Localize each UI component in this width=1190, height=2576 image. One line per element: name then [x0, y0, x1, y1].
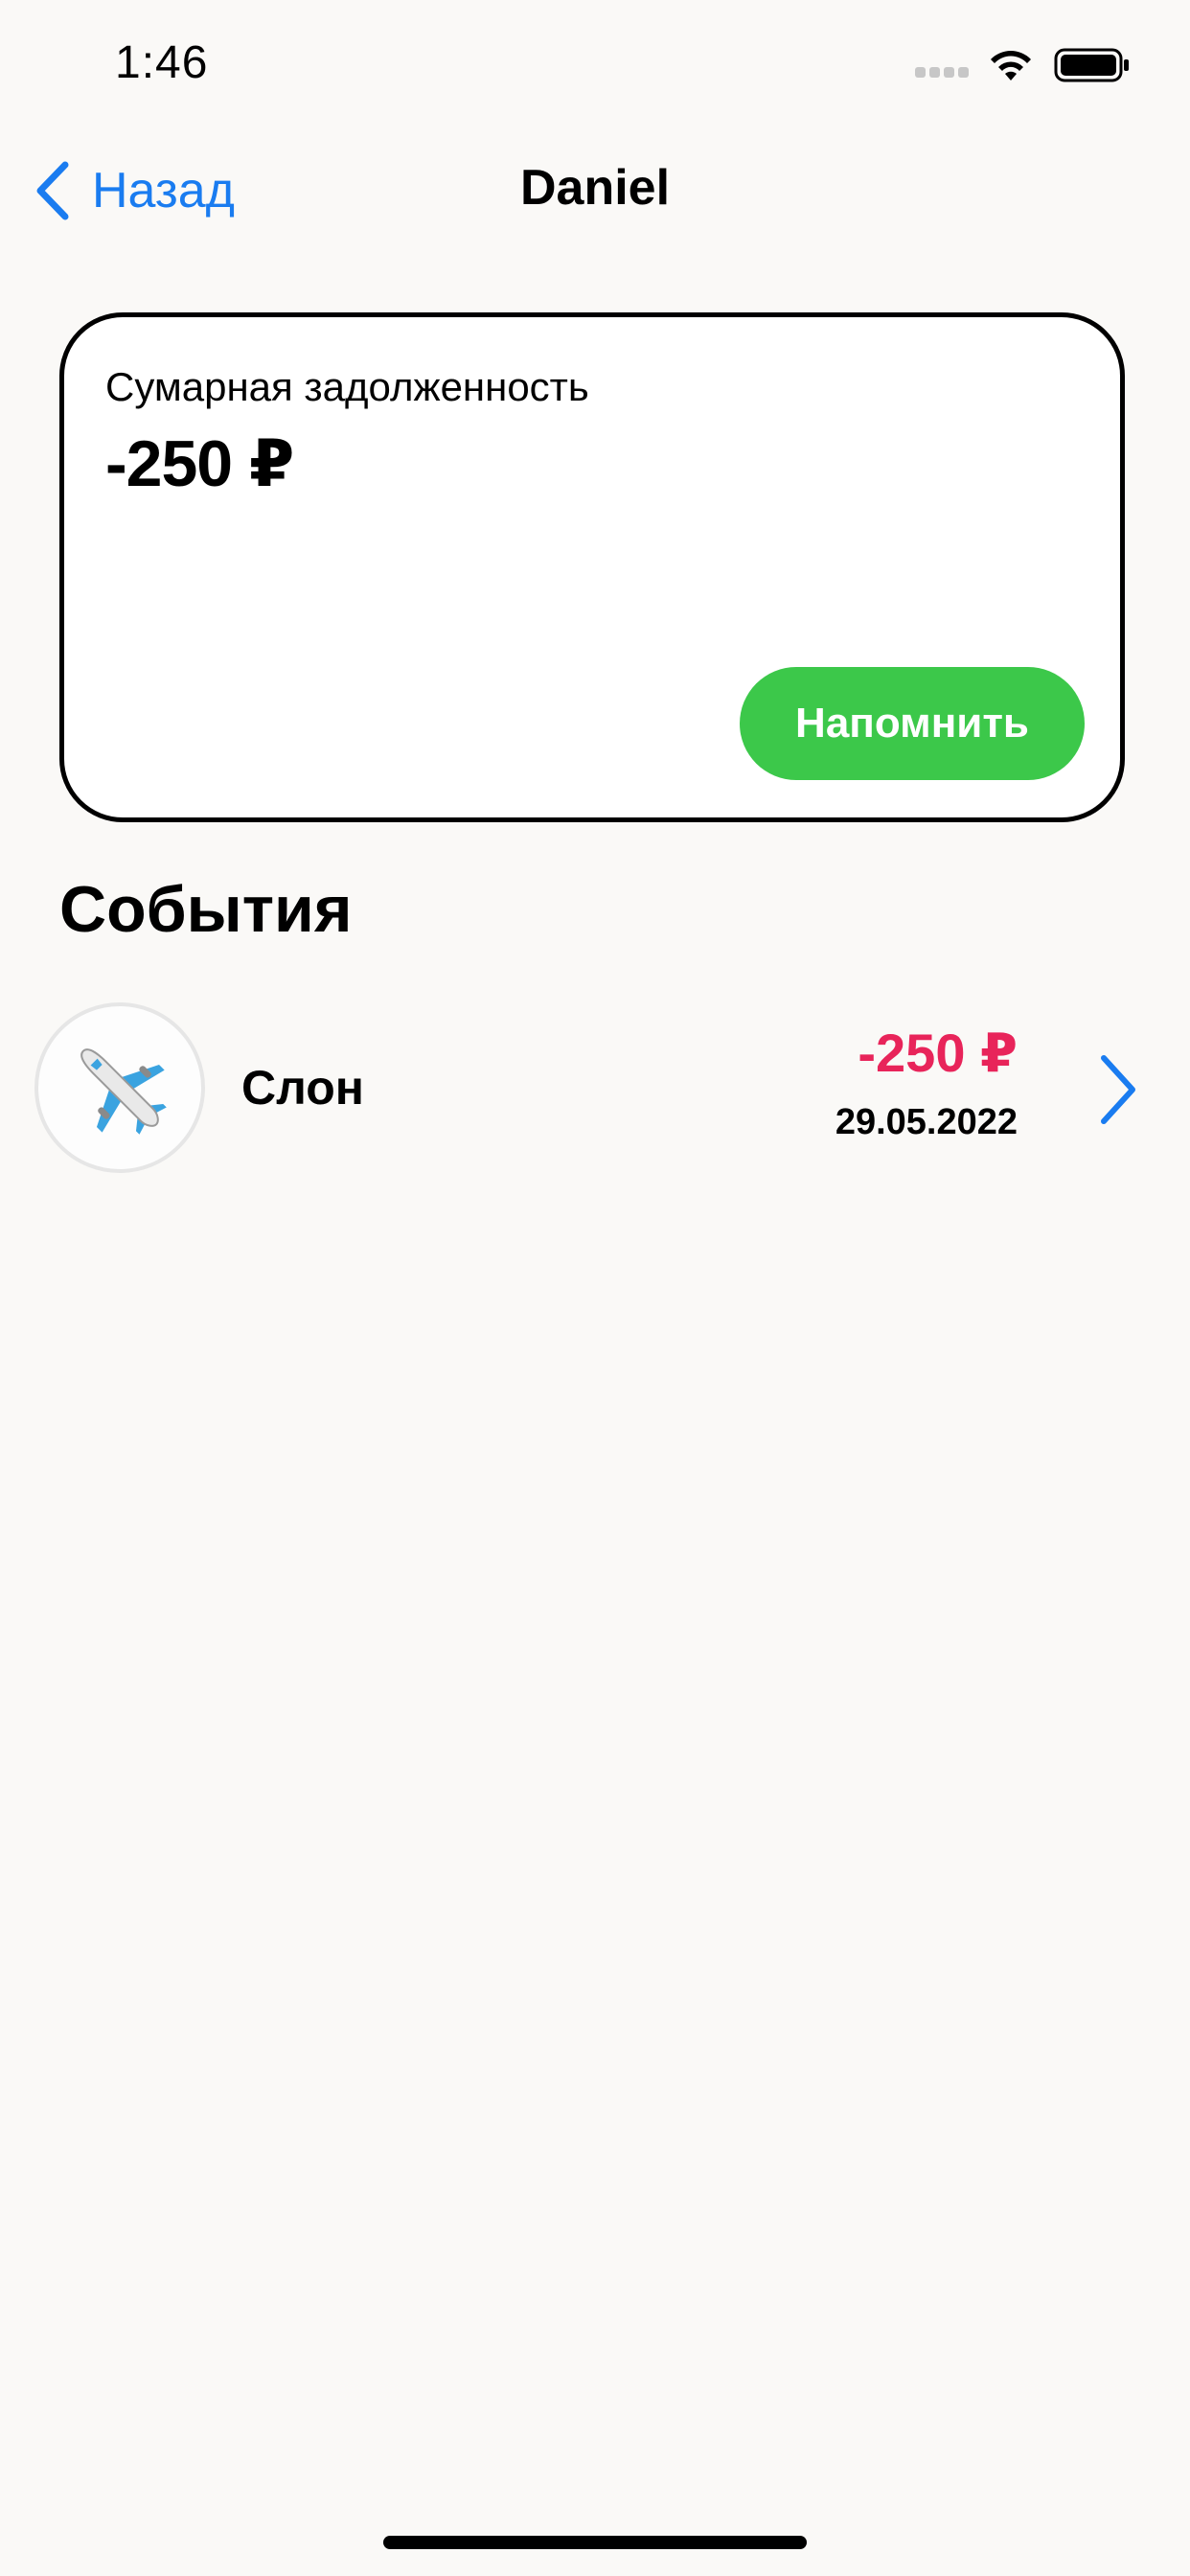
chevron-right-icon[interactable] — [1098, 1054, 1138, 1125]
airplane-icon — [80, 1048, 167, 1135]
wifi-icon — [991, 51, 1031, 80]
cellular-signal-icon — [915, 67, 971, 80]
status-time: 1:46 — [115, 37, 209, 88]
event-name: Слон — [241, 1061, 364, 1115]
battery-icon — [1054, 48, 1129, 82]
remind-button[interactable]: Напомнить — [740, 667, 1085, 780]
page-title: Daniel — [519, 160, 671, 216]
event-date: 29.05.2022 — [835, 1102, 1018, 1142]
debt-amount: -250 ₽ — [105, 427, 294, 500]
event-amount: -250 ₽ — [858, 1023, 1018, 1083]
events-heading: События — [59, 873, 353, 946]
home-indicator[interactable] — [383, 2536, 807, 2549]
debt-label: Сумарная задолженность — [105, 364, 589, 409]
event-avatar — [34, 1002, 205, 1173]
